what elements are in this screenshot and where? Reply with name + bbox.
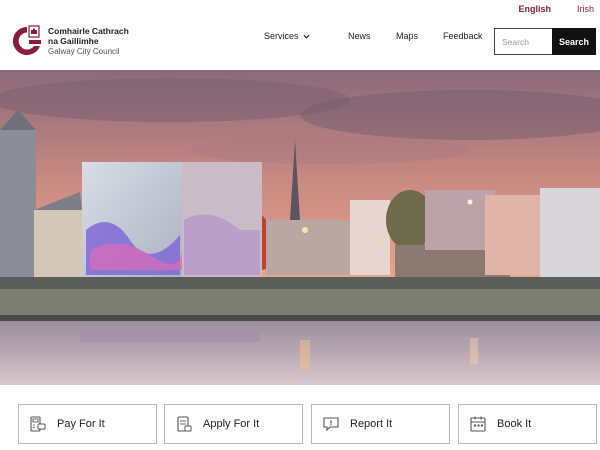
nav-news[interactable]: News bbox=[348, 31, 371, 41]
council-crest-icon bbox=[10, 24, 44, 58]
council-logo[interactable]: Comhairle Cathrach na Gaillimhe Galway C… bbox=[10, 24, 129, 58]
chevron-down-icon bbox=[302, 34, 310, 39]
nav-maps[interactable]: Maps bbox=[396, 31, 418, 41]
quick-link-report[interactable]: Report It bbox=[311, 404, 450, 444]
quick-link-pay-label: Pay For It bbox=[57, 418, 105, 430]
council-name-line1: Comhairle Cathrach bbox=[48, 25, 129, 36]
council-name: Comhairle Cathrach na Gaillimhe Galway C… bbox=[48, 26, 129, 57]
council-name-line2: na Gaillimhe bbox=[48, 35, 99, 46]
language-switcher: English Irish bbox=[518, 0, 600, 18]
calendar-icon bbox=[470, 416, 486, 432]
quick-link-report-label: Report It bbox=[350, 418, 393, 430]
quick-link-apply[interactable]: Apply For It bbox=[164, 404, 303, 444]
nav-feedback-label: Feedback bbox=[443, 31, 483, 41]
nav-feedback[interactable]: Feedback bbox=[443, 31, 483, 41]
language-english-link[interactable]: English bbox=[518, 4, 551, 14]
quick-link-pay[interactable]: Pay For It bbox=[18, 404, 157, 444]
nav-news-label: News bbox=[348, 31, 371, 41]
nav-maps-label: Maps bbox=[396, 31, 419, 41]
quick-link-book-label: Book It bbox=[497, 418, 532, 430]
search-form: Search bbox=[494, 28, 596, 55]
report-message-icon bbox=[323, 417, 339, 432]
search-button[interactable]: Search bbox=[552, 28, 596, 55]
quick-link-apply-label: Apply For It bbox=[203, 418, 260, 430]
payment-terminal-icon bbox=[30, 416, 46, 432]
site-header: Comhairle Cathrach na Gaillimhe Galway C… bbox=[0, 18, 600, 70]
quick-link-book[interactable]: Book It bbox=[458, 404, 597, 444]
quick-links: Pay For It Apply For It Report It Book I… bbox=[18, 404, 598, 444]
nav-services[interactable]: Services bbox=[264, 31, 310, 41]
document-application-icon bbox=[177, 416, 192, 432]
council-name-english: Galway City Council bbox=[48, 46, 120, 56]
hero-image bbox=[0, 70, 600, 385]
nav-services-label: Services bbox=[264, 31, 299, 41]
language-irish-link[interactable]: Irish bbox=[577, 4, 594, 14]
search-input[interactable] bbox=[494, 28, 552, 55]
